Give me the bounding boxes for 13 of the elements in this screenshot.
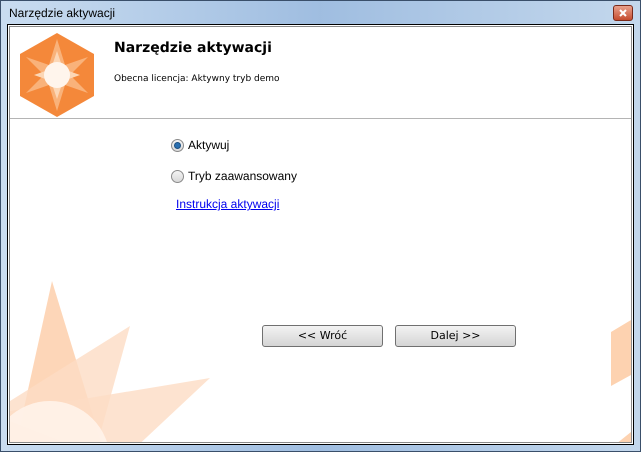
instructions-link[interactable]: Instrukcja aktywacji [176,195,280,213]
radio-option[interactable]: Tryb zaawansowany [171,167,297,185]
nav-button[interactable]: << Wróć [262,325,383,347]
radio-button[interactable] [171,138,184,152]
close-icon [619,8,627,16]
radio-button[interactable] [171,170,184,182]
logo-icon [20,33,94,117]
close-button[interactable] [613,4,633,20]
nav-button[interactable]: Dalej >> [395,325,516,347]
header-title: Narzędzie aktywacji [114,39,273,58]
window-title: Narzędzie aktywacji [9,4,116,22]
radio-option[interactable]: Aktywuj [171,136,230,154]
license-status: Obecna licencja: Aktywny tryb demo [114,73,280,86]
